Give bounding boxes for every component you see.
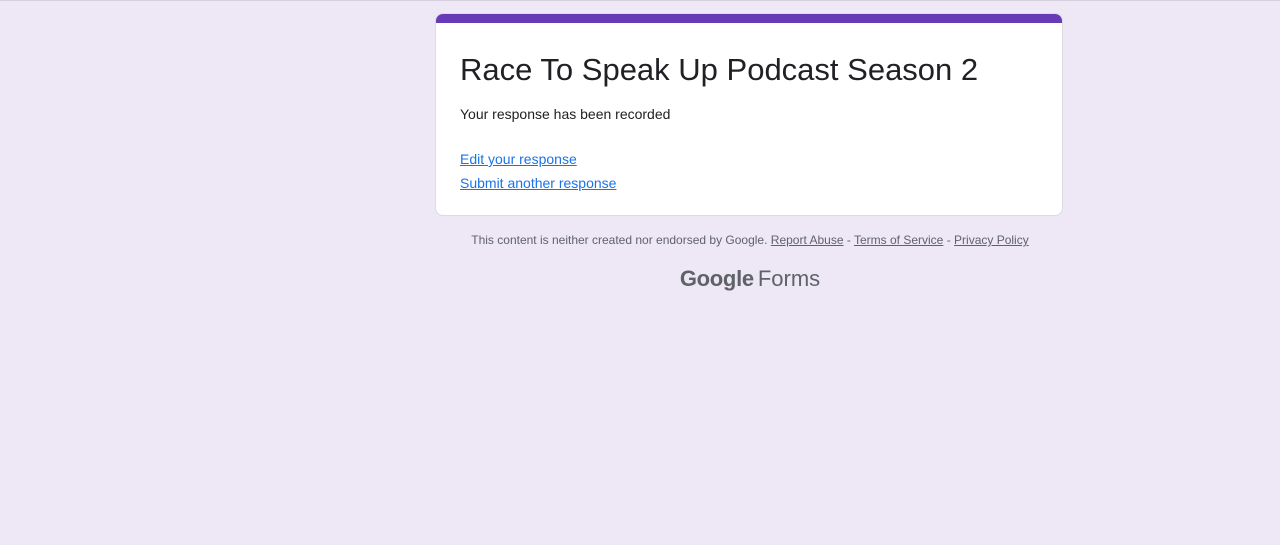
- privacy-policy-link[interactable]: Privacy Policy: [954, 233, 1029, 247]
- edit-response-link[interactable]: Edit your response: [460, 151, 577, 167]
- footer-disclaimer: This content is neither created nor endo…: [435, 233, 1065, 247]
- confirmation-card: Race To Speak Up Podcast Season 2 Your r…: [435, 13, 1063, 216]
- terms-of-service-link[interactable]: Terms of Service: [854, 233, 943, 247]
- card-accent-bar: [436, 14, 1062, 23]
- google-wordmark: Google: [679, 266, 754, 291]
- submit-another-response-link[interactable]: Submit another response: [460, 175, 616, 191]
- disclaimer-text: This content is neither created nor endo…: [471, 233, 768, 247]
- report-abuse-link[interactable]: Report Abuse: [771, 233, 844, 247]
- footer-separator: -: [846, 233, 851, 247]
- top-divider: [0, 0, 1280, 1]
- google-forms-logo[interactable]: Google Forms: [435, 266, 1065, 292]
- footer-separator: -: [946, 233, 951, 247]
- form-title: Race To Speak Up Podcast Season 2: [460, 52, 979, 87]
- confirmation-message: Your response has been recorded: [460, 106, 671, 122]
- forms-wordmark: Forms: [757, 266, 821, 291]
